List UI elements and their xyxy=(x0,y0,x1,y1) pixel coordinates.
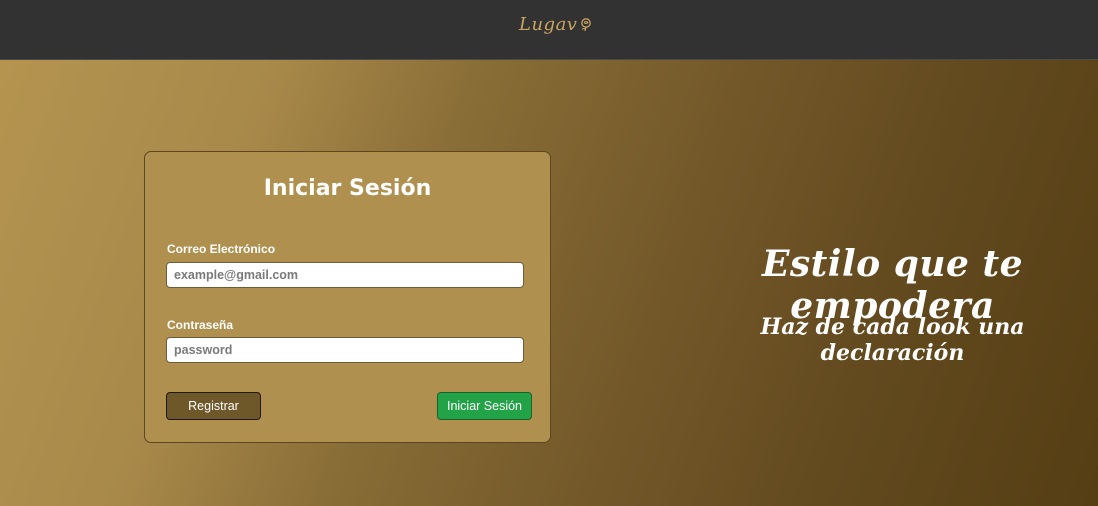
email-field[interactable] xyxy=(166,262,524,288)
login-card: Iniciar Sesión Correo Electrónico Contra… xyxy=(144,151,551,443)
top-navbar: Lugav xyxy=(0,0,1098,60)
register-button[interactable]: Registrar xyxy=(166,392,261,420)
login-button[interactable]: Iniciar Sesión xyxy=(437,392,532,420)
email-label: Correo Electrónico xyxy=(167,242,276,256)
brand-logo[interactable]: Lugav xyxy=(519,10,594,38)
password-label: Contraseña xyxy=(167,318,234,332)
password-field[interactable] xyxy=(166,337,524,363)
brand-logo-text: Lugav xyxy=(519,13,578,35)
rose-icon xyxy=(581,18,592,32)
hero-subheadline: Haz de cada look una declaración xyxy=(760,314,1025,366)
login-title: Iniciar Sesión xyxy=(263,176,432,201)
